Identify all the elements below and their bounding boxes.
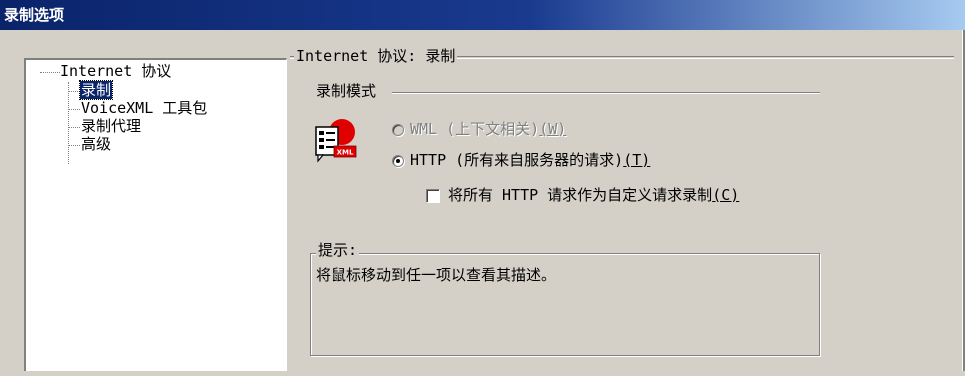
tree-item-advanced[interactable]: 高级	[81, 135, 111, 153]
wml-mnemonic: (W)	[539, 120, 567, 138]
svg-text:XML: XML	[337, 149, 354, 157]
http-option-text: HTTP (所有来自服务器的请求)	[410, 151, 624, 169]
tree-connector	[40, 72, 60, 73]
custom-request-label[interactable]: 将所有 HTTP 请求作为自定义请求录制(C)	[448, 185, 739, 205]
mode-separator	[392, 92, 820, 94]
wml-radio[interactable]	[392, 124, 404, 136]
custom-request-text: 将所有 HTTP 请求作为自定义请求录制	[448, 186, 713, 204]
tree-item-recording-proxy[interactable]: 录制代理	[81, 117, 141, 135]
tree-item-internet-protocol[interactable]: Internet 协议	[60, 62, 171, 80]
tree-item-voicexml-toolkit[interactable]: VoiceXML 工具包	[81, 99, 207, 117]
tree-connector	[68, 91, 80, 92]
hint-title: 提示:	[316, 240, 360, 260]
window-title: 录制选项	[0, 0, 965, 30]
tree-item-label: 录制	[78, 80, 114, 100]
wml-option-text: WML (上下文相关)	[410, 120, 540, 138]
tree-connector	[68, 127, 80, 128]
http-mnemonic: (T)	[623, 151, 651, 169]
options-tree[interactable]: Internet 协议 录制 VoiceXML 工具包 录制代理 高级	[24, 58, 287, 371]
http-radio[interactable]	[392, 155, 404, 167]
tree-connector	[68, 109, 80, 110]
panel-title: Internet 协议: 录制	[294, 46, 458, 66]
recording-mode-label: 录制模式	[316, 82, 377, 100]
custom-request-mnemonic: (C)	[712, 186, 740, 204]
http-option-label[interactable]: HTTP (所有来自服务器的请求)(T)	[410, 150, 650, 170]
wml-option-label[interactable]: WML (上下文相关)(W)	[410, 119, 566, 139]
custom-request-checkbox[interactable]	[426, 189, 439, 202]
tree-connector	[68, 145, 80, 146]
tree-connector	[68, 82, 69, 164]
xml-document-icon: XML	[315, 119, 357, 163]
hint-text: 将鼠标移动到任一项以查看其描述。	[316, 266, 557, 284]
tree-item-recording[interactable]: 录制	[78, 80, 114, 100]
